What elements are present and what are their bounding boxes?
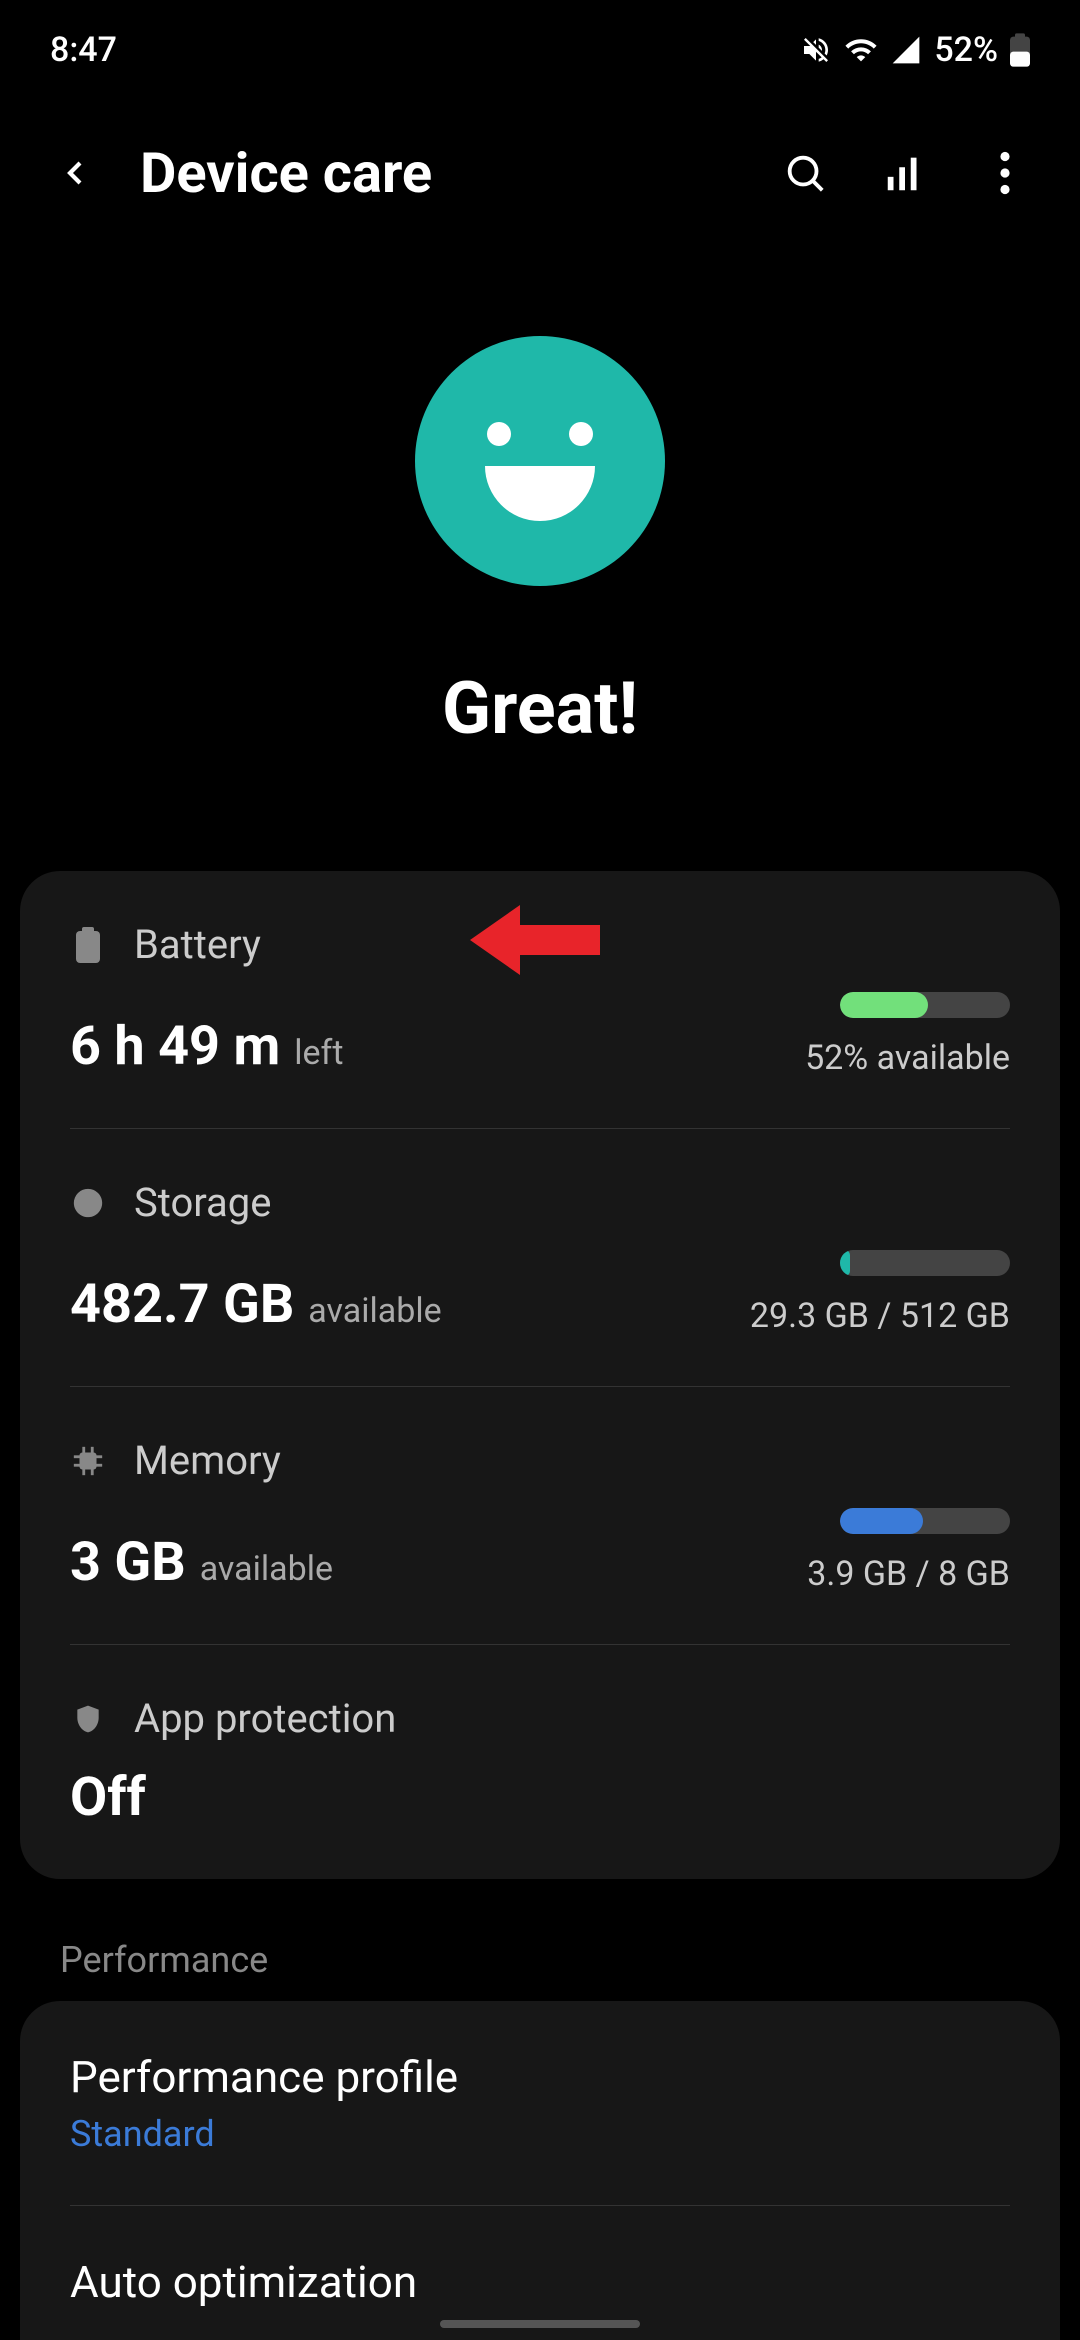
status-time: 8:47: [50, 30, 117, 70]
battery-icon: [1010, 33, 1030, 67]
memory-label: Memory: [134, 1437, 281, 1484]
stats-button[interactable]: [880, 148, 930, 198]
status-face-icon: [415, 336, 665, 586]
battery-available-text: 52% available: [805, 1038, 1010, 1078]
app-bar: Device care: [0, 90, 1080, 236]
memory-suffix: available: [200, 1549, 333, 1589]
app-protection-row[interactable]: App protection Off: [70, 1645, 1010, 1879]
app-protection-label: App protection: [134, 1695, 396, 1742]
status-text: Great!: [442, 666, 638, 751]
page-title: Device care: [140, 140, 740, 206]
memory-progress-bar: [840, 1508, 1010, 1534]
auto-optimization-title: Auto optimization: [70, 2256, 1010, 2308]
wifi-icon: [844, 33, 878, 67]
performance-section-label: Performance: [60, 1939, 1080, 1981]
memory-chip-icon: [70, 1443, 106, 1479]
storage-suffix: available: [308, 1291, 441, 1331]
shield-icon: [70, 1701, 106, 1737]
battery-label: Battery: [134, 921, 261, 968]
memory-value: 3 GB: [70, 1531, 186, 1594]
signal-icon: [890, 34, 922, 66]
memory-progress-fill: [840, 1508, 923, 1534]
battery-progress-bar: [840, 992, 1010, 1018]
memory-usage-text: 3.9 GB / 8 GB: [807, 1554, 1010, 1594]
annotation-arrow-icon: [470, 900, 600, 984]
status-bar: 8:47 52%: [0, 0, 1080, 90]
performance-card: Performance profile Standard Auto optimi…: [20, 2001, 1060, 2340]
mute-icon: [800, 34, 832, 66]
storage-row[interactable]: Storage 482.7 GB available 29.3 GB / 512…: [70, 1129, 1010, 1387]
device-status-hero: Great!: [0, 236, 1080, 831]
performance-profile-value: Standard: [70, 2113, 1010, 2155]
home-indicator[interactable]: [440, 2320, 640, 2328]
battery-time-value: 6 h 49 m: [70, 1015, 280, 1078]
status-battery-text: 52%: [934, 30, 998, 70]
performance-profile-row[interactable]: Performance profile Standard: [70, 2001, 1010, 2206]
battery-progress-fill: [840, 992, 928, 1018]
storage-usage-text: 29.3 GB / 512 GB: [750, 1296, 1010, 1336]
search-button[interactable]: [780, 148, 830, 198]
performance-profile-title: Performance profile: [70, 2051, 1010, 2103]
storage-value: 482.7 GB: [70, 1273, 294, 1336]
storage-progress-bar: [840, 1250, 1010, 1276]
status-icons: 52%: [800, 30, 1030, 70]
device-metrics-card: Battery 6 h 49 m left 52% available Stor…: [20, 871, 1060, 1879]
storage-label: Storage: [134, 1179, 271, 1226]
memory-row[interactable]: Memory 3 GB available 3.9 GB / 8 GB: [70, 1387, 1010, 1645]
battery-time-suffix: left: [294, 1033, 343, 1073]
storage-pie-icon: [70, 1185, 106, 1221]
storage-progress-fill: [840, 1250, 850, 1276]
more-button[interactable]: [980, 148, 1030, 198]
battery-outline-icon: [70, 927, 106, 963]
app-protection-value: Off: [70, 1766, 146, 1829]
back-button[interactable]: [50, 148, 100, 198]
